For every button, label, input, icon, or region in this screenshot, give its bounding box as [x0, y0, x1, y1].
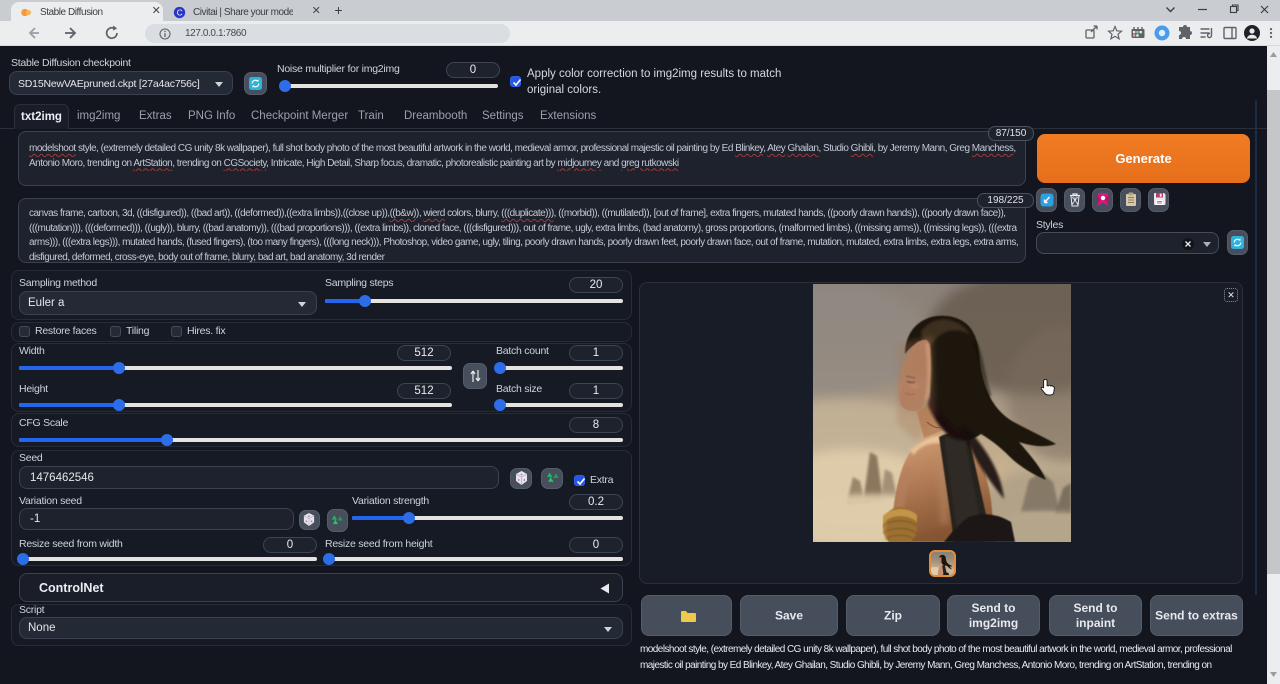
svg-text:C: C [177, 8, 183, 17]
